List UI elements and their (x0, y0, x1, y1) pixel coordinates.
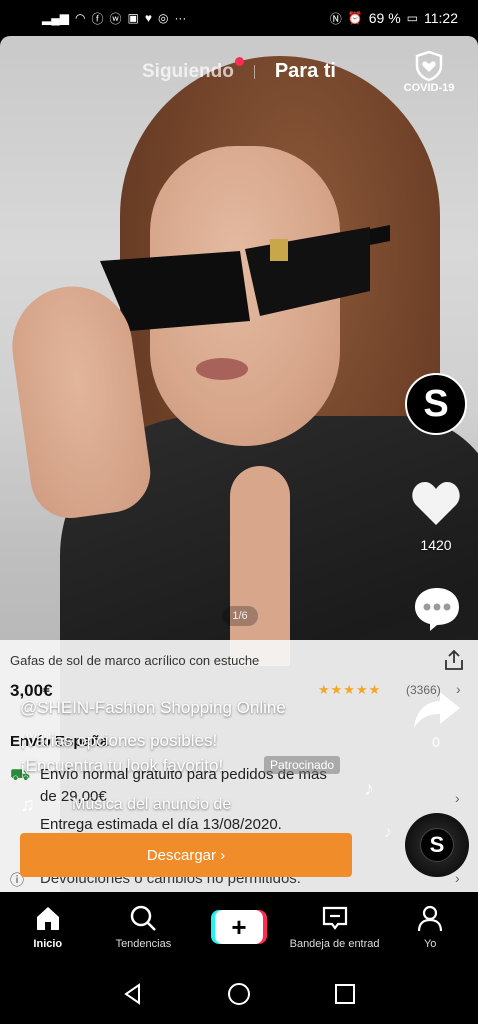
plus-icon: + (214, 910, 263, 944)
model-neck (230, 466, 290, 666)
bottom-nav: Inicio Tendencias + Bandeja de entrad Yo (0, 892, 478, 964)
floating-note-icon: ♪ (384, 824, 392, 841)
chevron-right-icon[interactable]: › (455, 870, 460, 886)
notification-dot (234, 56, 244, 66)
status-bar: ▂▄▆ ◠ ⓕ ⓦ ▣ ♥ ◎ ··· Ⓝ ⏰ 69 % ▭ 11:22 (0, 0, 478, 36)
nav-home-label: Inicio (33, 938, 63, 950)
tab-following-label: Siguiendo (142, 60, 234, 82)
floating-note-icon: ♪ (364, 778, 374, 800)
image-page-indicator: 1/6 (222, 606, 258, 626)
tab-following[interactable]: Siguiendo (142, 56, 244, 83)
caption-line-2: ¡Encuentra tu look favorito! (20, 756, 224, 775)
heart-icon: ♥ (144, 11, 152, 25)
nav-me[interactable]: Yo (382, 904, 478, 950)
heart-icon[interactable] (410, 480, 462, 528)
nav-create[interactable]: + (191, 904, 287, 944)
search-icon (131, 905, 157, 931)
battery-icon: ▭ (406, 11, 418, 25)
system-nav-bar (0, 964, 478, 1024)
inbox-icon (322, 906, 347, 930)
product-title: Gafas de sol de marco acrílico con estuc… (10, 653, 260, 668)
clock: 11:22 (424, 10, 458, 26)
battery-percent: 69 % (368, 10, 401, 26)
comment-icon[interactable] (412, 585, 462, 633)
covid-button[interactable]: COVID-19 (400, 50, 458, 94)
alarm-icon: ⏰ (347, 11, 363, 25)
nav-home[interactable]: Inicio (0, 904, 96, 950)
signal-icon: ▂▄▆ (42, 11, 69, 25)
shield-heart-icon (415, 50, 443, 82)
status-icons-left: ▂▄▆ ◠ ⓕ ⓦ ▣ ♥ ◎ ··· (42, 10, 186, 27)
author-username[interactable]: @SHEIN-Fashion Shopping Online (20, 698, 286, 718)
nav-trends[interactable]: Tendencias (96, 904, 192, 950)
gallery-icon: ▣ (127, 11, 139, 25)
back-icon[interactable] (121, 982, 145, 1006)
wifi-icon: ◠ (74, 11, 86, 25)
profile-icon (418, 905, 443, 932)
shipping-line-3: Entrega estimada el día 13/08/2020. (40, 816, 282, 833)
more-icon: ··· (174, 11, 187, 25)
home-icon (36, 907, 59, 930)
caption-line-1: ¡Varias opciones posibles! (20, 731, 218, 750)
nav-me-label: Yo (423, 938, 437, 950)
status-icons-right: Ⓝ ⏰ 69 % ▭ 11:22 (330, 10, 458, 27)
download-button[interactable]: Descargar › (20, 833, 352, 877)
covid-label: COVID-19 (403, 82, 455, 94)
whatsapp-icon: ⓦ (109, 11, 122, 26)
like-count: 1420 (420, 537, 452, 553)
rating-stars: ★★★★★ (318, 682, 382, 697)
music-note-icon: ♫ (20, 794, 35, 816)
nav-inbox[interactable]: Bandeja de entrad (287, 904, 383, 950)
sponsored-badge: Patrocinado (264, 756, 341, 774)
share-arrow-icon[interactable] (412, 690, 462, 730)
nav-inbox-label: Bandeja de entrad (289, 938, 380, 950)
facebook-icon: ⓕ (91, 11, 104, 26)
nfc-icon: Ⓝ (329, 11, 342, 26)
nav-trends-label: Tendencias (115, 938, 172, 950)
recents-icon[interactable] (333, 982, 357, 1006)
chevron-right-icon[interactable]: › (455, 790, 460, 806)
home-circle-icon[interactable] (227, 982, 251, 1006)
music-disc[interactable]: S (405, 813, 469, 877)
instagram-icon: ◎ (157, 11, 169, 25)
share-count: 0 (432, 734, 440, 750)
music-title[interactable]: Música del anuncio de (72, 796, 231, 814)
tab-for-you[interactable]: Para ti (275, 60, 336, 83)
sunglasses-graphic (100, 225, 390, 331)
disc-logo: S (420, 828, 454, 862)
tab-separator (253, 64, 255, 79)
create-button[interactable]: + (210, 910, 267, 944)
share-icon[interactable] (442, 648, 466, 672)
model-lips (196, 358, 248, 380)
author-avatar[interactable]: S (405, 373, 467, 435)
